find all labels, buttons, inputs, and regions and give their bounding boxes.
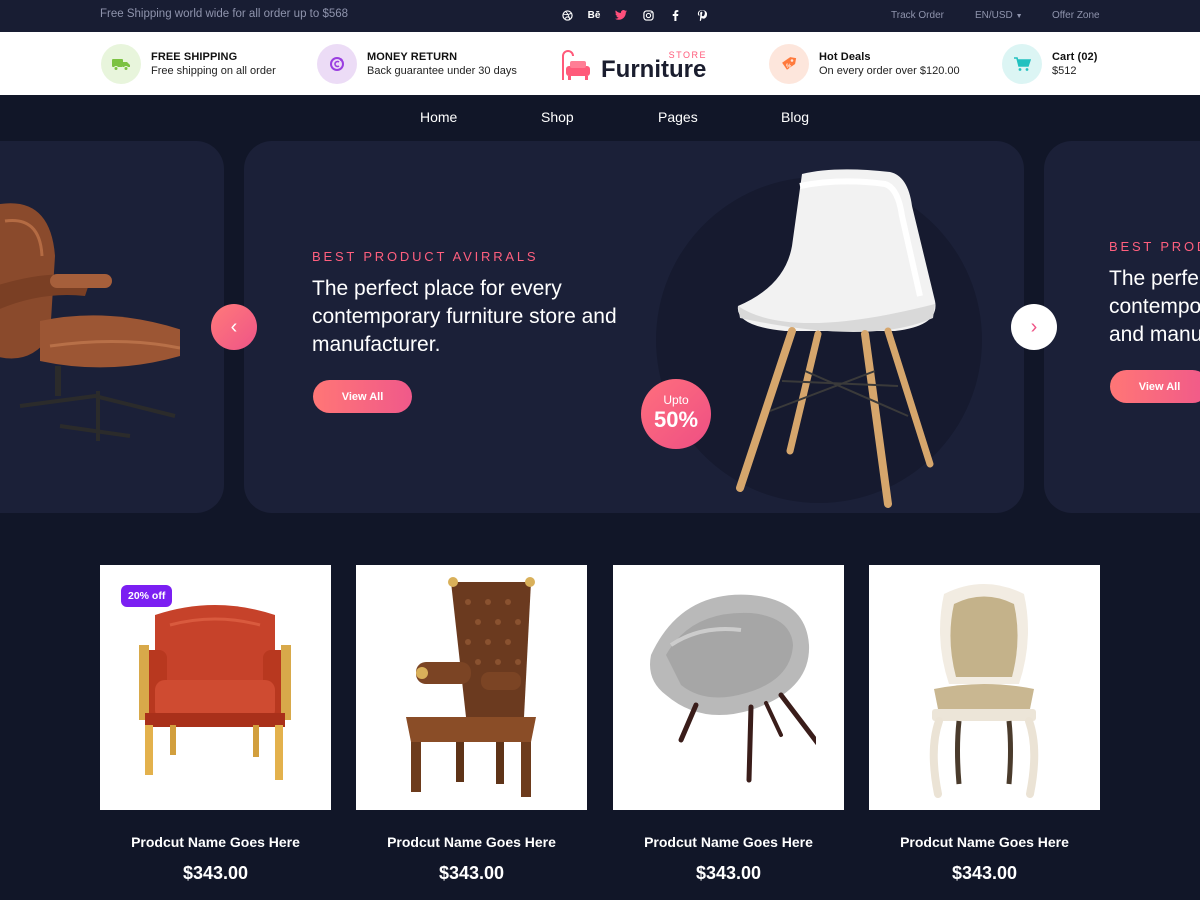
white-chair-image	[736, 169, 936, 508]
chevron-down-icon: ▼	[1015, 13, 1023, 20]
lounge-chair-image	[0, 203, 180, 441]
track-order-link[interactable]: Track Order	[891, 10, 944, 21]
offer-zone-link[interactable]: Offer Zone	[1052, 10, 1100, 21]
hero-slide-next: BEST PROD The perfe contempo and manu Vi…	[1044, 141, 1200, 513]
fur-bucket-chair-image	[650, 594, 816, 783]
product-name[interactable]: Prodcut Name Goes Here	[869, 834, 1100, 850]
product-price: $343.00	[438, 863, 505, 883]
free-shipping-info: FREE SHIPPING Free shipping on all order	[101, 44, 276, 84]
product-name[interactable]: Prodcut Name Goes Here	[356, 834, 587, 850]
facebook-icon[interactable]	[668, 8, 682, 22]
truck-icon	[101, 44, 141, 84]
product-name[interactable]: Prodcut Name Goes Here	[100, 834, 331, 850]
behance-icon[interactable]: Bē	[587, 8, 601, 22]
free-shipping-subtitle: Free shipping on all order	[151, 65, 276, 77]
nav-home[interactable]: Home	[420, 109, 457, 125]
instagram-icon[interactable]	[641, 8, 655, 22]
discount-tag: 20% off	[121, 585, 173, 607]
discount-badge-upto: Upto	[663, 393, 689, 407]
nav-shop[interactable]: Shop	[541, 109, 574, 125]
next-slide-view-all-button[interactable]: View All	[1110, 370, 1200, 403]
product-card-4[interactable]: Prodcut Name Goes Here $343.00	[869, 565, 1100, 884]
currency-value: EN/USD	[975, 10, 1013, 21]
product-image-frame[interactable]: 20% off	[100, 565, 331, 810]
cart-info[interactable]: Cart (02) $512	[1002, 44, 1098, 84]
pinterest-icon[interactable]	[695, 8, 709, 22]
hot-deals-subtitle: On every order over $120.00	[819, 65, 960, 77]
twitter-icon[interactable]	[614, 8, 628, 22]
dribbble-icon[interactable]	[560, 8, 574, 22]
cart-title: Cart (02)	[1052, 51, 1098, 63]
next-slide-headline: The perfe contempo and manu	[1109, 267, 1200, 346]
hero-view-all-button[interactable]: View All	[313, 380, 412, 413]
tag-icon: %	[769, 44, 809, 84]
product-image-frame[interactable]	[613, 565, 844, 810]
red-armchair-image	[139, 605, 291, 780]
money-return-title: MONEY RETURN	[367, 51, 458, 63]
hero-eyebrow: BEST PRODUCT AVIRRALS	[312, 249, 539, 264]
money-return-info: MONEY RETURN Back guarantee under 30 day…	[317, 44, 517, 84]
site-logo[interactable]: STORE Furniture	[560, 50, 710, 83]
shipping-promo-text: Free Shipping world wide for all order u…	[100, 8, 349, 20]
cart-icon[interactable]	[1002, 44, 1042, 84]
product-price: $343.00	[182, 863, 249, 883]
product-name[interactable]: Prodcut Name Goes Here	[613, 834, 844, 850]
slider-next-button[interactable]: ›	[1011, 304, 1057, 350]
french-dining-chair-image	[929, 584, 1039, 798]
hot-deals-title: Hot Deals	[819, 51, 871, 63]
hot-deals-info: % Hot Deals On every order over $120.00	[769, 44, 960, 84]
money-return-subtitle: Back guarantee under 30 days	[367, 65, 517, 77]
slider-prev-button[interactable]: ‹	[211, 304, 257, 350]
free-shipping-title: FREE SHIPPING	[151, 51, 238, 63]
currency-select[interactable]: EN/USD ▼	[975, 10, 1023, 21]
main-nav: Home Shop Pages Blog	[0, 95, 1200, 140]
hero-slide-active: BEST PRODUCT AVIRRALS The perfect place …	[244, 141, 1024, 513]
chevron-right-icon: ›	[1030, 315, 1038, 338]
chevron-left-icon: ‹	[230, 315, 238, 338]
product-price: $343.00	[951, 863, 1018, 883]
sofa-lamp-icon	[562, 50, 590, 80]
svg-text:%: %	[786, 64, 792, 70]
logo-wordmark: Furniture	[601, 56, 707, 83]
nav-pages[interactable]: Pages	[658, 109, 698, 125]
product-card-2[interactable]: Prodcut Name Goes Here $343.00	[356, 565, 587, 884]
hero-slide-previous	[0, 141, 224, 513]
social-links: Bē	[560, 8, 709, 22]
product-card-1[interactable]: 20% off Prodcut Name Goes Here $343.00	[100, 565, 331, 884]
hero-headline: The perfect place for every contemporary…	[312, 277, 617, 356]
product-image-frame[interactable]	[869, 565, 1100, 810]
discount-badge-value: 50%	[653, 407, 699, 432]
top-bar: Free Shipping world wide for all order u…	[0, 0, 1200, 32]
leather-throne-chair-image	[406, 577, 536, 797]
next-slide-eyebrow: BEST PROD	[1109, 239, 1200, 254]
cart-total: $512	[1052, 65, 1077, 77]
nav-blog[interactable]: Blog	[781, 109, 809, 125]
product-image-frame[interactable]	[356, 565, 587, 810]
money-return-icon	[317, 44, 357, 84]
discount-badge: Upto 50%	[641, 379, 711, 449]
product-card-3[interactable]: Prodcut Name Goes Here $343.00	[613, 565, 844, 884]
product-price: $343.00	[695, 863, 762, 883]
info-bar: FREE SHIPPING Free shipping on all order…	[0, 32, 1200, 95]
